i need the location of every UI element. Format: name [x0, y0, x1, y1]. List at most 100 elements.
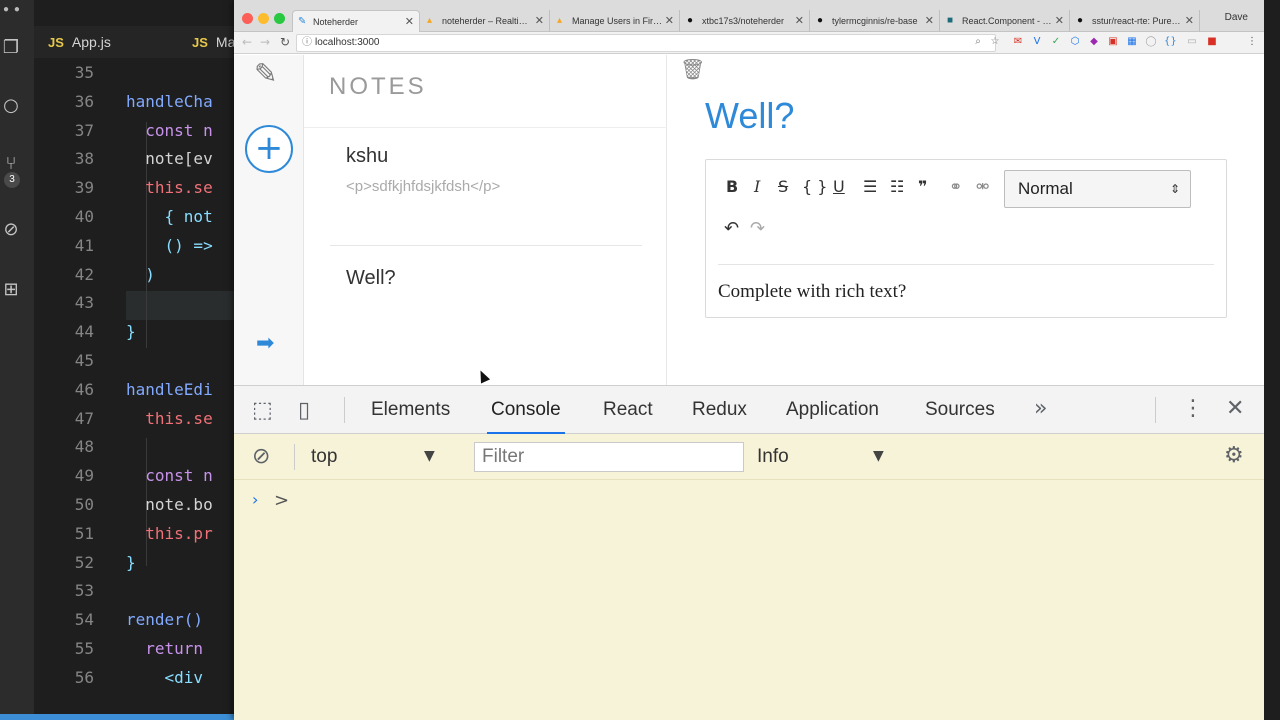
extension-icon[interactable]: ✓ — [1050, 36, 1062, 48]
code-editor[interactable]: 35 36 37 38 39 40 41 42 43 44 45 46 47 48 49 50 51 52 53 54… — [34, 58, 234, 720]
extension-icon[interactable]: ◯ — [1145, 36, 1157, 48]
new-note-button[interactable]: + — [245, 125, 293, 173]
browser-toolbar: ← → ↻ ⓘ localhost:3000 ⌕ ☆ ✉ V ✓ ⬡ ◆ ▣ ▦… — [234, 32, 1264, 54]
extension-icon[interactable]: V — [1031, 36, 1043, 48]
tab-console[interactable]: Console — [487, 386, 565, 434]
note-title-heading[interactable]: Well? — [705, 95, 794, 137]
browser-window: ✎ Noteherder ✕ ▴ noteherder – Realtime D… — [234, 0, 1264, 720]
italic-button[interactable]: I — [754, 177, 760, 196]
close-tab-icon[interactable]: ✕ — [1055, 10, 1064, 32]
search-icon[interactable]: ○ — [0, 94, 22, 118]
bulleted-list-icon[interactable]: ☰ — [863, 177, 877, 196]
profile-name[interactable]: Dave — [1225, 12, 1248, 23]
more-tabs-icon[interactable]: » — [1034, 396, 1047, 421]
note-body-content[interactable]: Complete with rich text? — [718, 281, 906, 303]
strikethrough-button[interactable]: S — [778, 177, 788, 196]
source-control-badge: 3 — [4, 172, 20, 188]
clear-console-icon[interactable]: ⊘ — [252, 444, 270, 469]
line-number: 50 — [74, 495, 94, 514]
zoom-window-button[interactable] — [274, 13, 285, 24]
inspect-element-icon[interactable]: ⬚ — [252, 398, 273, 423]
filter-input[interactable] — [474, 442, 744, 472]
code-line: this.se — [126, 408, 213, 428]
note-list-item[interactable]: kshu <p>sdfkjhfdsjkfdsh</p> — [346, 145, 646, 195]
activity-bar: ● ● ❐ ○ ⑂ 3 ⊘ ⊞ — [0, 0, 34, 720]
minimize-window-button[interactable] — [258, 13, 269, 24]
close-tab-icon[interactable]: ✕ — [1185, 10, 1194, 32]
tab-redux[interactable]: Redux — [692, 386, 747, 434]
delete-note-icon[interactable]: 🗑 — [680, 57, 705, 81]
tab-label: tylermcginnis/re-base — [832, 16, 918, 26]
device-toolbar-icon[interactable]: ▯ — [298, 398, 310, 423]
console-prompt-icon[interactable]: > — [274, 490, 289, 511]
extension-icon[interactable]: ⬡ — [1069, 36, 1081, 48]
notes-list-panel: NOTES kshu <p>sdfkjhfdsjkfdsh</p> Well? — [304, 55, 667, 385]
tab-react[interactable]: React — [603, 386, 653, 434]
info-icon[interactable]: ⓘ — [302, 35, 312, 51]
github-favicon-icon: ● — [1077, 15, 1084, 26]
close-devtools-icon[interactable]: ✕ — [1226, 396, 1244, 421]
extension-icon[interactable]: ▭ — [1186, 36, 1198, 48]
back-button[interactable]: ← — [242, 35, 252, 49]
undo-icon[interactable]: ↶ — [724, 218, 739, 239]
json-extension-icon[interactable]: {} — [1164, 36, 1177, 48]
zoom-icon[interactable]: ⌕ — [972, 36, 984, 48]
editor-tab-main[interactable]: JS Ma — [192, 26, 235, 58]
sign-out-icon[interactable]: ➡ — [256, 331, 274, 356]
browser-tab-react-rte[interactable]: ● sstur/react-rte: Pure Re ✕ — [1072, 10, 1200, 32]
line-number: 41 — [74, 235, 94, 255]
status-bar — [0, 714, 234, 720]
devtools-menu-icon[interactable]: ⋮ — [1182, 396, 1204, 421]
extension-icon[interactable]: ■ — [1206, 36, 1218, 48]
chrome-menu-icon[interactable]: ⋮ — [1246, 36, 1258, 48]
redo-icon[interactable]: ↷ — [750, 218, 765, 239]
reload-button[interactable]: ↻ — [280, 35, 290, 49]
code-line: } — [126, 552, 136, 572]
editor-tab-app-js[interactable]: JS App.js — [48, 26, 111, 58]
close-tab-icon[interactable]: ✕ — [535, 10, 544, 32]
numbered-list-icon[interactable]: ☷ — [890, 177, 904, 196]
browser-tab-firebase-users[interactable]: ▴ Manage Users in Fireba ✕ — [552, 10, 680, 32]
browser-tab-github-noteherder[interactable]: ● xtbc17s3/noteherder ✕ — [682, 10, 810, 32]
gmail-extension-icon[interactable]: ✉ — [1012, 36, 1024, 48]
line-number: 45 — [74, 351, 94, 370]
expand-caret-icon[interactable]: › — [252, 490, 258, 509]
js-file-icon: JS — [48, 35, 64, 50]
browser-tab-firebase-db[interactable]: ▴ noteherder – Realtime D ✕ — [422, 10, 550, 32]
rich-text-editor: B I S { } U ☰ ☷ ❞ ⚭ ⚮ Normal ⇕ ↶ ↷ Compl… — [705, 159, 1227, 318]
close-tab-icon[interactable]: ✕ — [795, 10, 804, 32]
react-favicon-icon: ■ — [947, 15, 954, 26]
tab-sources[interactable]: Sources — [925, 386, 995, 434]
bookmark-star-icon[interactable]: ☆ — [989, 36, 1001, 48]
window-menu-dots[interactable]: ● ● — [3, 4, 21, 15]
browser-tab-noteherder[interactable]: ✎ Noteherder ✕ — [292, 10, 420, 32]
address-bar[interactable]: ⓘ localhost:3000 — [296, 34, 996, 52]
console-settings-gear-icon[interactable]: ⚙ — [1224, 443, 1244, 468]
code-line: note[ev — [126, 149, 213, 169]
block-type-value: Normal — [1018, 179, 1073, 198]
close-window-button[interactable] — [242, 13, 253, 24]
browser-tab-github-rebase[interactable]: ● tylermcginnis/re-base ✕ — [812, 10, 940, 32]
close-tab-icon[interactable]: ✕ — [405, 11, 414, 32]
extension-icon[interactable]: ▣ — [1107, 36, 1119, 48]
extensions-icon[interactable]: ⊞ — [0, 278, 22, 302]
extension-icon[interactable]: ▦ — [1126, 36, 1138, 48]
tab-application[interactable]: Application — [786, 386, 879, 434]
tab-elements[interactable]: Elements — [371, 386, 450, 434]
link-icon[interactable]: ⚭ — [949, 177, 962, 196]
debug-icon[interactable]: ⊘ — [0, 218, 22, 242]
note-list-item[interactable]: Well? — [346, 267, 646, 290]
explorer-icon[interactable]: ❐ — [0, 36, 22, 60]
code-button[interactable]: { } — [802, 177, 827, 196]
divider — [1155, 397, 1156, 423]
block-type-select[interactable]: Normal ⇕ — [1004, 170, 1191, 208]
extension-icon[interactable]: ◆ — [1088, 36, 1100, 48]
forward-button[interactable]: → — [260, 35, 270, 49]
underline-button[interactable]: U — [833, 177, 845, 196]
bold-button[interactable]: B — [726, 177, 738, 196]
unlink-icon[interactable]: ⚮ — [976, 177, 989, 196]
blockquote-icon[interactable]: ❞ — [918, 177, 927, 196]
browser-tab-react-component[interactable]: ■ React.Component - Re ✕ — [942, 10, 1070, 32]
close-tab-icon[interactable]: ✕ — [665, 10, 674, 32]
close-tab-icon[interactable]: ✕ — [925, 10, 934, 32]
